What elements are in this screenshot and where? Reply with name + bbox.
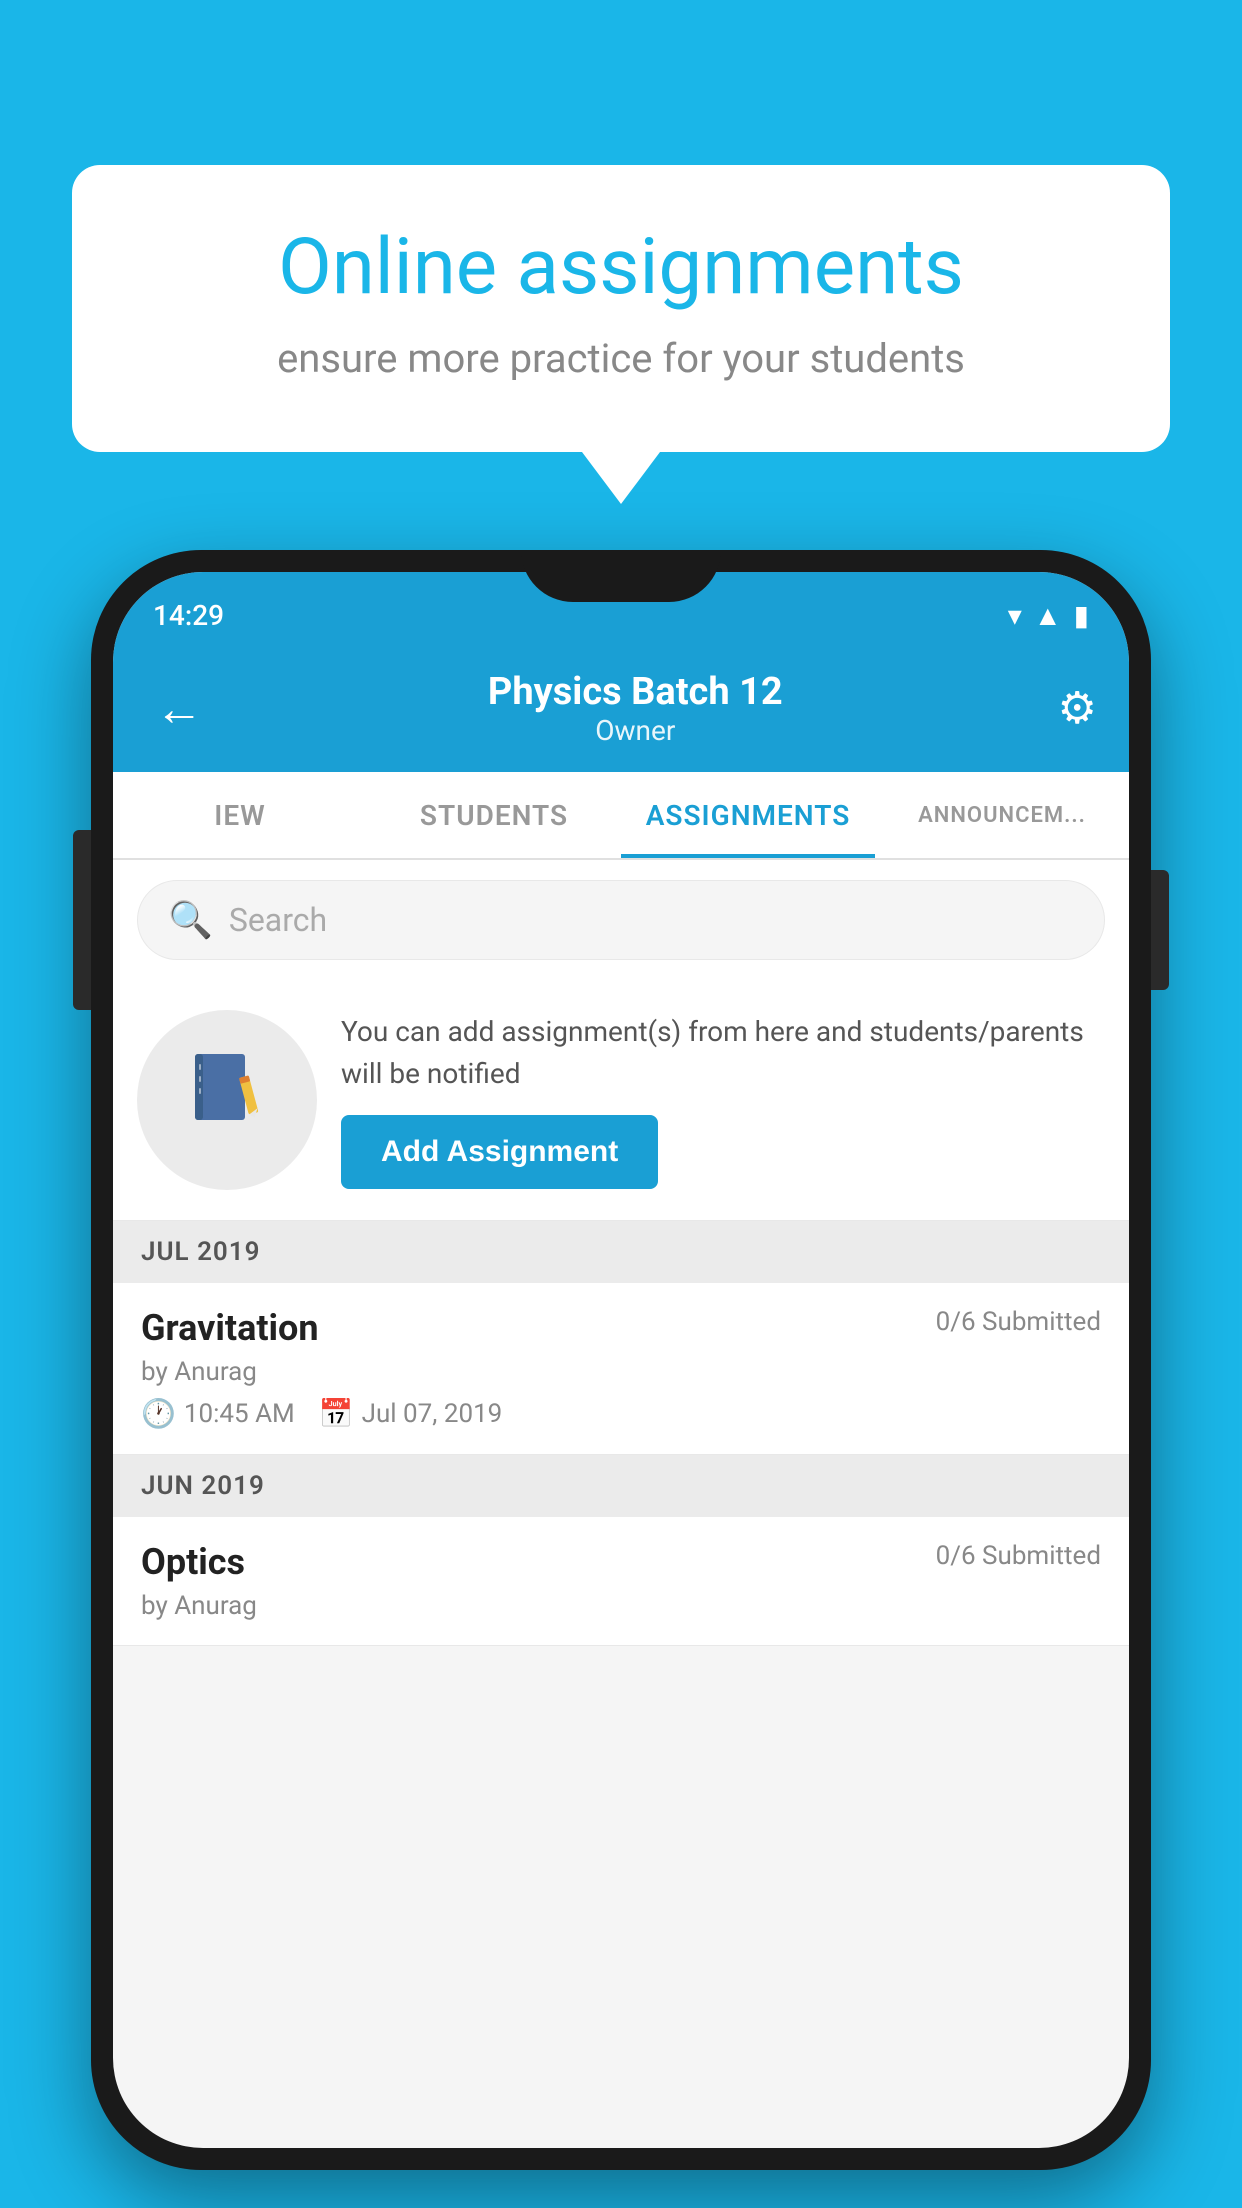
section-header-jun: JUN 2019: [113, 1455, 1129, 1517]
promo-box: You can add assignment(s) from here and …: [113, 980, 1129, 1221]
assignment-top-optics: Optics 0/6 Submitted: [141, 1541, 1101, 1583]
assignment-submitted-optics: 0/6 Submitted: [936, 1541, 1101, 1571]
phone-notch: [521, 550, 721, 602]
assignment-item-gravitation[interactable]: Gravitation 0/6 Submitted by Anurag 🕐 10…: [113, 1283, 1129, 1455]
app-bar: ← Physics Batch 12 Owner ⚙: [113, 644, 1129, 772]
assignment-date: Jul 07, 2019: [362, 1399, 503, 1429]
battery-icon: ▮: [1074, 599, 1089, 632]
clock-icon: 🕐: [141, 1397, 176, 1430]
speech-bubble-subtitle: ensure more practice for your students: [142, 335, 1100, 382]
search-bar[interactable]: 🔍 Search: [137, 880, 1105, 960]
settings-button[interactable]: ⚙: [1058, 682, 1097, 734]
speech-bubble: Online assignments ensure more practice …: [72, 165, 1170, 452]
wifi-icon: ▾: [1008, 599, 1022, 632]
promo-icon-circle: [137, 1010, 317, 1190]
assignment-top: Gravitation 0/6 Submitted: [141, 1307, 1101, 1349]
calendar-icon: 📅: [319, 1397, 354, 1430]
back-button[interactable]: ←: [145, 670, 213, 747]
tab-iew[interactable]: IEW: [113, 772, 367, 858]
promo-text: You can add assignment(s) from here and …: [341, 1011, 1105, 1095]
search-input-placeholder[interactable]: Search: [229, 901, 327, 939]
app-bar-title: Physics Batch 12: [213, 670, 1058, 714]
phone-outer: 14:29 ▾ ▲ ▮ ← Physics Batch 12 Owner ⚙: [91, 550, 1151, 2170]
assignment-name-optics: Optics: [141, 1541, 245, 1583]
phone-screen: 14:29 ▾ ▲ ▮ ← Physics Batch 12 Owner ⚙: [113, 572, 1129, 2148]
tab-students[interactable]: STUDENTS: [367, 772, 621, 858]
search-icon: 🔍: [168, 899, 213, 941]
assignment-author-optics: by Anurag: [141, 1591, 1101, 1621]
meta-date: 📅 Jul 07, 2019: [319, 1397, 503, 1430]
tab-announcements[interactable]: ANNOUNCEM...: [875, 772, 1129, 858]
tab-assignments[interactable]: ASSIGNMENTS: [621, 772, 875, 858]
promo-content: You can add assignment(s) from here and …: [341, 1011, 1105, 1189]
speech-bubble-title: Online assignments: [142, 225, 1100, 311]
signal-icon: ▲: [1034, 599, 1062, 632]
assignment-name: Gravitation: [141, 1307, 319, 1349]
add-assignment-button[interactable]: Add Assignment: [341, 1115, 658, 1189]
assignment-item-optics[interactable]: Optics 0/6 Submitted by Anurag: [113, 1517, 1129, 1646]
meta-time: 🕐 10:45 AM: [141, 1397, 295, 1430]
app-bar-title-area: Physics Batch 12 Owner: [213, 670, 1058, 747]
app-bar-subtitle: Owner: [213, 714, 1058, 747]
assignment-time: 10:45 AM: [184, 1399, 295, 1429]
search-container: 🔍 Search: [113, 860, 1129, 980]
assignment-submitted: 0/6 Submitted: [936, 1307, 1101, 1337]
assignment-meta: 🕐 10:45 AM 📅 Jul 07, 2019: [141, 1397, 1101, 1430]
tabs-bar: IEW STUDENTS ASSIGNMENTS ANNOUNCEM...: [113, 772, 1129, 860]
section-header-jul: JUL 2019: [113, 1221, 1129, 1283]
status-icons: ▾ ▲ ▮: [1008, 599, 1089, 632]
assignment-author: by Anurag: [141, 1357, 1101, 1387]
notebook-icon: [187, 1050, 267, 1150]
phone-wrapper: 14:29 ▾ ▲ ▮ ← Physics Batch 12 Owner ⚙: [91, 550, 1151, 2170]
status-time: 14:29: [153, 599, 224, 632]
